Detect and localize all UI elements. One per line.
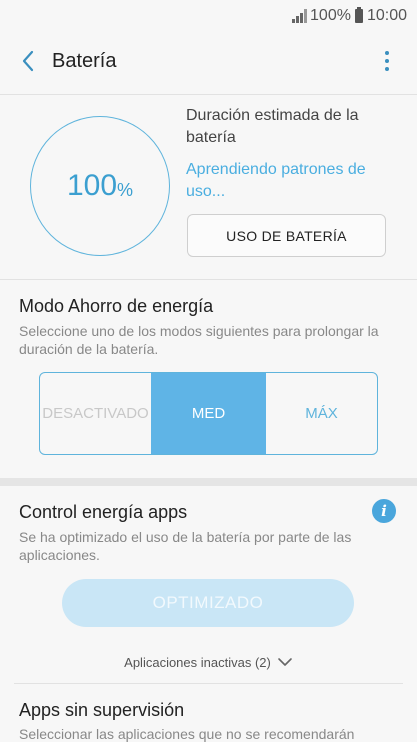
inactive-apps-label: Aplicaciones inactivas (2) [124, 654, 271, 670]
back-button[interactable] [4, 37, 52, 85]
optimize-button[interactable]: OPTIMIZADO [62, 579, 354, 627]
page-title: Batería [52, 49, 117, 72]
battery-usage-button[interactable]: USO DE BATERÍA [187, 214, 386, 257]
more-options-button[interactable] [369, 43, 405, 79]
battery-level-unit: % [117, 179, 134, 200]
unmonitored-apps-subtitle: Seleccionar las aplicaciones que no se r… [19, 726, 355, 742]
battery-level-ring: 100 % [30, 116, 170, 256]
section-separator [0, 478, 417, 486]
divider [14, 683, 403, 684]
app-power-title: Control energía apps [19, 502, 188, 522]
power-mode-selector: DESACTIVADO MED MÁX [39, 372, 378, 455]
mode-off-option[interactable]: DESACTIVADO [40, 373, 151, 454]
unmonitored-apps-title[interactable]: Apps sin supervisión [19, 700, 184, 721]
power-saving-subtitle: Seleccione uno de los modos siguientes p… [19, 323, 379, 357]
back-arrow-icon [22, 50, 34, 72]
estimated-duration-label: Duración estimada de la batería [186, 107, 359, 146]
learning-status-text: Aprendiendo patrones de uso... [186, 161, 366, 200]
signal-icon [292, 9, 307, 23]
app-power-subtitle: Se ha optimizado el uso de la batería po… [19, 529, 352, 563]
more-vert-icon [385, 51, 389, 55]
battery-percent-text: 100% [310, 7, 351, 24]
battery-icon [354, 7, 363, 23]
power-saving-title: Modo Ahorro de energía [19, 296, 214, 316]
mode-med-option[interactable]: MED [151, 373, 266, 454]
chevron-down-icon [278, 658, 292, 666]
divider [0, 94, 417, 95]
status-bar: 100% 10:00 [0, 0, 417, 32]
inactive-apps-toggle[interactable]: Aplicaciones inactivas (2) [0, 650, 417, 674]
divider [0, 279, 417, 280]
clock: 10:00 [366, 7, 407, 24]
info-icon[interactable]: i [372, 499, 396, 523]
mode-max-option[interactable]: MÁX [266, 373, 377, 454]
battery-level-value: 100 [66, 169, 118, 202]
app-bar: Batería [0, 32, 417, 90]
